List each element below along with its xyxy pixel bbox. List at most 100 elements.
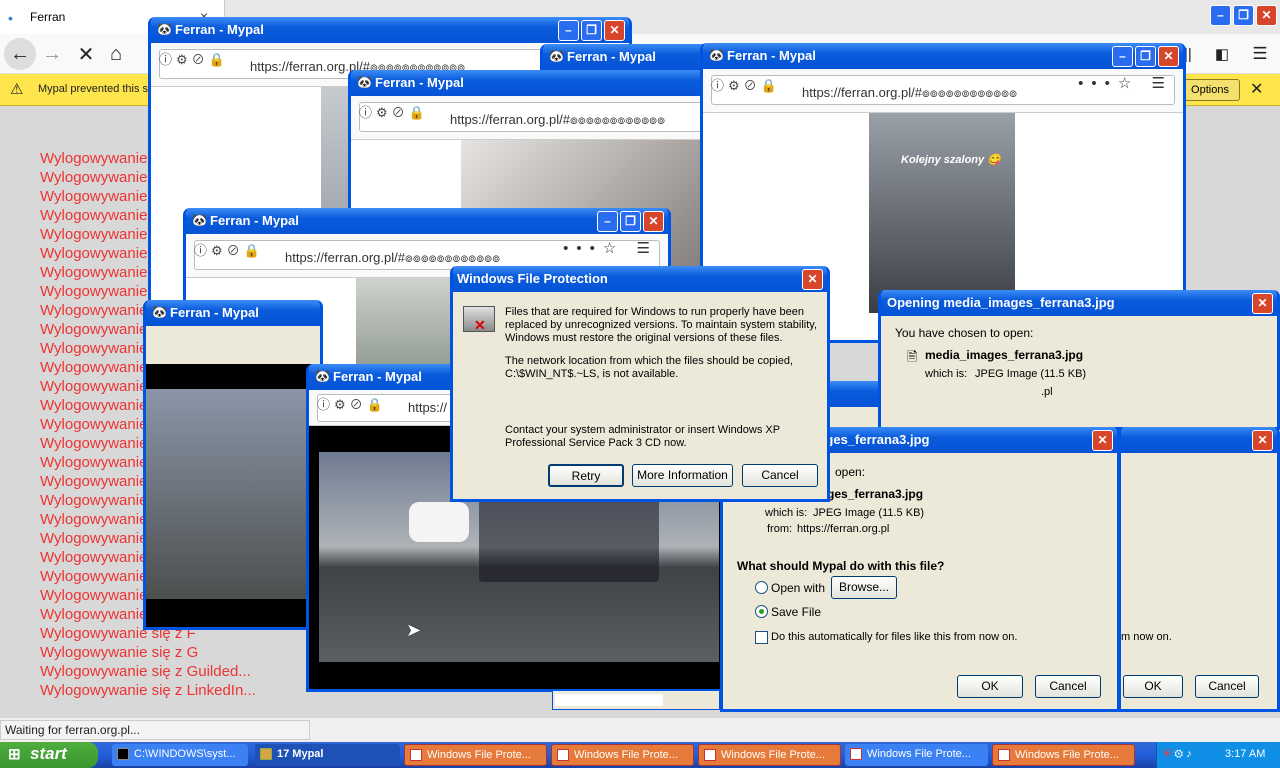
log-line: Wylogowywanie: [40, 435, 148, 452]
task-wfp[interactable]: Windows File Prote...: [551, 744, 694, 766]
ok-button[interactable]: OK: [1123, 675, 1183, 698]
clock: 3:17 AM: [1225, 748, 1266, 760]
task-wfp[interactable]: Windows File Prote...: [845, 744, 988, 766]
close-icon[interactable]: ✕: [1250, 79, 1263, 99]
menu-icon[interactable]: ☰: [1244, 38, 1276, 70]
which-label: which is:: [765, 507, 808, 519]
window-title: Ferran - Mypal: [375, 75, 464, 90]
which-value: JPEG Image (11.5 KB): [813, 507, 925, 519]
task-wfp[interactable]: Windows File Prote...: [404, 744, 547, 766]
close-button[interactable]: ✕: [1158, 46, 1179, 67]
open-label: open:: [835, 465, 866, 479]
retry-button[interactable]: Retry: [548, 464, 624, 487]
network-icon[interactable]: ⚙: [1174, 748, 1183, 760]
maximize-button[interactable]: ❐: [1233, 5, 1254, 26]
volume-icon[interactable]: ♪: [1186, 748, 1192, 760]
task-label: Windows File Prote...: [427, 749, 531, 761]
mypal-icon: 🐼: [709, 48, 724, 62]
window-titlebar[interactable]: 🐼 Ferran - Mypal: [186, 208, 668, 234]
file-icon: 🖹: [907, 349, 918, 364]
minimize-button[interactable]: –: [558, 20, 579, 41]
window-titlebar[interactable]: 🐼 Ferran - Mypal: [351, 70, 725, 96]
window-title: Ferran - Mypal: [727, 48, 816, 63]
maximize-button[interactable]: ❐: [1135, 46, 1156, 67]
minimize-button[interactable]: –: [1112, 46, 1133, 67]
save-file-radio[interactable]: [755, 605, 768, 618]
maximize-button[interactable]: ❐: [581, 20, 602, 41]
loading-dot-icon: •: [8, 10, 13, 26]
minimize-button[interactable]: –: [597, 211, 618, 232]
close-button[interactable]: ✕: [643, 211, 664, 232]
window-icon: [998, 749, 1010, 761]
page-actions-icons[interactable]: •••☆ ☰: [563, 239, 658, 257]
close-button[interactable]: ✕: [1252, 430, 1273, 451]
dialog-titlebar[interactable]: Windows File Protection: [453, 266, 827, 292]
log-line: Wylogowywanie: [40, 226, 148, 243]
sidebar-icon[interactable]: ◧: [1206, 38, 1238, 70]
dialog-titlebar[interactable]: Opening media_images_ferrana3.jpg: [881, 290, 1277, 316]
dialog-title: Opening media_images_ferrana3.jpg: [887, 295, 1115, 310]
task-cmd[interactable]: C:\WINDOWS\syst...: [112, 744, 248, 766]
log-line: Wylogowywanie: [40, 169, 148, 186]
open-with-radio[interactable]: [755, 581, 768, 594]
window-title: Ferran - Mypal: [175, 22, 264, 37]
cancel-button[interactable]: Cancel: [1035, 675, 1101, 698]
minimize-button[interactable]: –: [1210, 5, 1231, 26]
security-icon[interactable]: ⛨: [1163, 748, 1171, 760]
save-file-label: Save File: [771, 605, 822, 619]
download-dialog[interactable]: ✕ m now on. OK Cancel: [1118, 427, 1280, 712]
log-line: Wylogowywanie: [40, 397, 148, 414]
auto-checkbox[interactable]: [755, 631, 768, 644]
window-title: Ferran - Mypal: [210, 213, 299, 228]
ok-button[interactable]: OK: [957, 675, 1023, 698]
progress-track: [555, 694, 663, 706]
log-line: Wylogowywanie się z G: [40, 644, 199, 661]
back-button[interactable]: ←: [4, 38, 36, 70]
mypal-icon: 🐼: [157, 22, 172, 36]
task-mypal-group[interactable]: 17 Mypal: [255, 744, 400, 766]
mypal-popup-window[interactable]: 🐼 Ferran - Mypal: [143, 300, 323, 630]
close-button[interactable]: ✕: [1092, 430, 1113, 451]
task-wfp[interactable]: Windows File Prote...: [698, 744, 841, 766]
window-titlebar[interactable]: 🐼 Ferran - Mypal: [703, 43, 1183, 69]
window-titlebar[interactable]: 🐼 Ferran - Mypal: [146, 300, 320, 326]
task-label: Windows File Prote...: [574, 749, 678, 761]
start-button[interactable]: ⊞ start: [0, 742, 98, 768]
forward-button[interactable]: →: [36, 38, 68, 70]
cancel-button[interactable]: Cancel: [742, 464, 818, 487]
wfp-dialog[interactable]: Windows File Protection ✕ ✕ Files that a…: [450, 266, 830, 502]
browse-button[interactable]: Browse...: [831, 576, 897, 599]
task-label: Windows File Prote...: [1015, 749, 1119, 761]
notification-text: Mypal prevented this s: [38, 83, 149, 95]
warning-icon: ⚠: [10, 81, 24, 98]
log-line: Wylogowywanie: [40, 188, 148, 205]
close-button[interactable]: ✕: [1252, 293, 1273, 314]
window-title: Ferran - Mypal: [567, 49, 656, 64]
close-button[interactable]: ✕: [604, 20, 625, 41]
page-actions-icons[interactable]: •••☆ ☰: [1078, 74, 1173, 92]
home-button[interactable]: ⌂: [100, 38, 132, 70]
which-label: which is:: [925, 368, 968, 380]
download-dialog[interactable]: Opening media_images_ferrana3.jpg ✕ You …: [878, 290, 1280, 430]
stop-button[interactable]: ✕: [70, 38, 102, 70]
log-line: Wylogowywanie: [40, 549, 148, 566]
log-line: Wylogowywanie: [40, 245, 148, 262]
dialog-title: Windows File Protection: [457, 271, 608, 286]
window-icon: [410, 749, 422, 761]
close-button[interactable]: ✕: [802, 269, 823, 290]
auto-label: m now on.: [1121, 631, 1172, 643]
options-button[interactable]: Options: [1180, 79, 1240, 101]
mypal-icon: [260, 748, 272, 760]
maximize-button[interactable]: ❐: [620, 211, 641, 232]
nav-bar: https://ferran.org.pl/#๏๏๏๏๏๏๏๏๏๏๏๏ ⓘ⚙⊘🔒: [351, 96, 725, 140]
cancel-button[interactable]: Cancel: [1195, 675, 1259, 698]
close-button[interactable]: ✕: [1256, 5, 1277, 26]
log-line: Wylogowywanie się z LinkedIn...: [40, 682, 256, 699]
more-info-button[interactable]: More Information: [632, 464, 733, 487]
task-wfp[interactable]: Windows File Prote...: [992, 744, 1135, 766]
tiktok-video: Kolejny szalony 😋: [869, 113, 1015, 313]
background-window: [552, 690, 720, 710]
log-line: Wylogowywanie: [40, 264, 148, 281]
log-line: Wylogowywanie: [40, 150, 148, 167]
mouse-cursor-icon: ➤: [406, 620, 422, 640]
